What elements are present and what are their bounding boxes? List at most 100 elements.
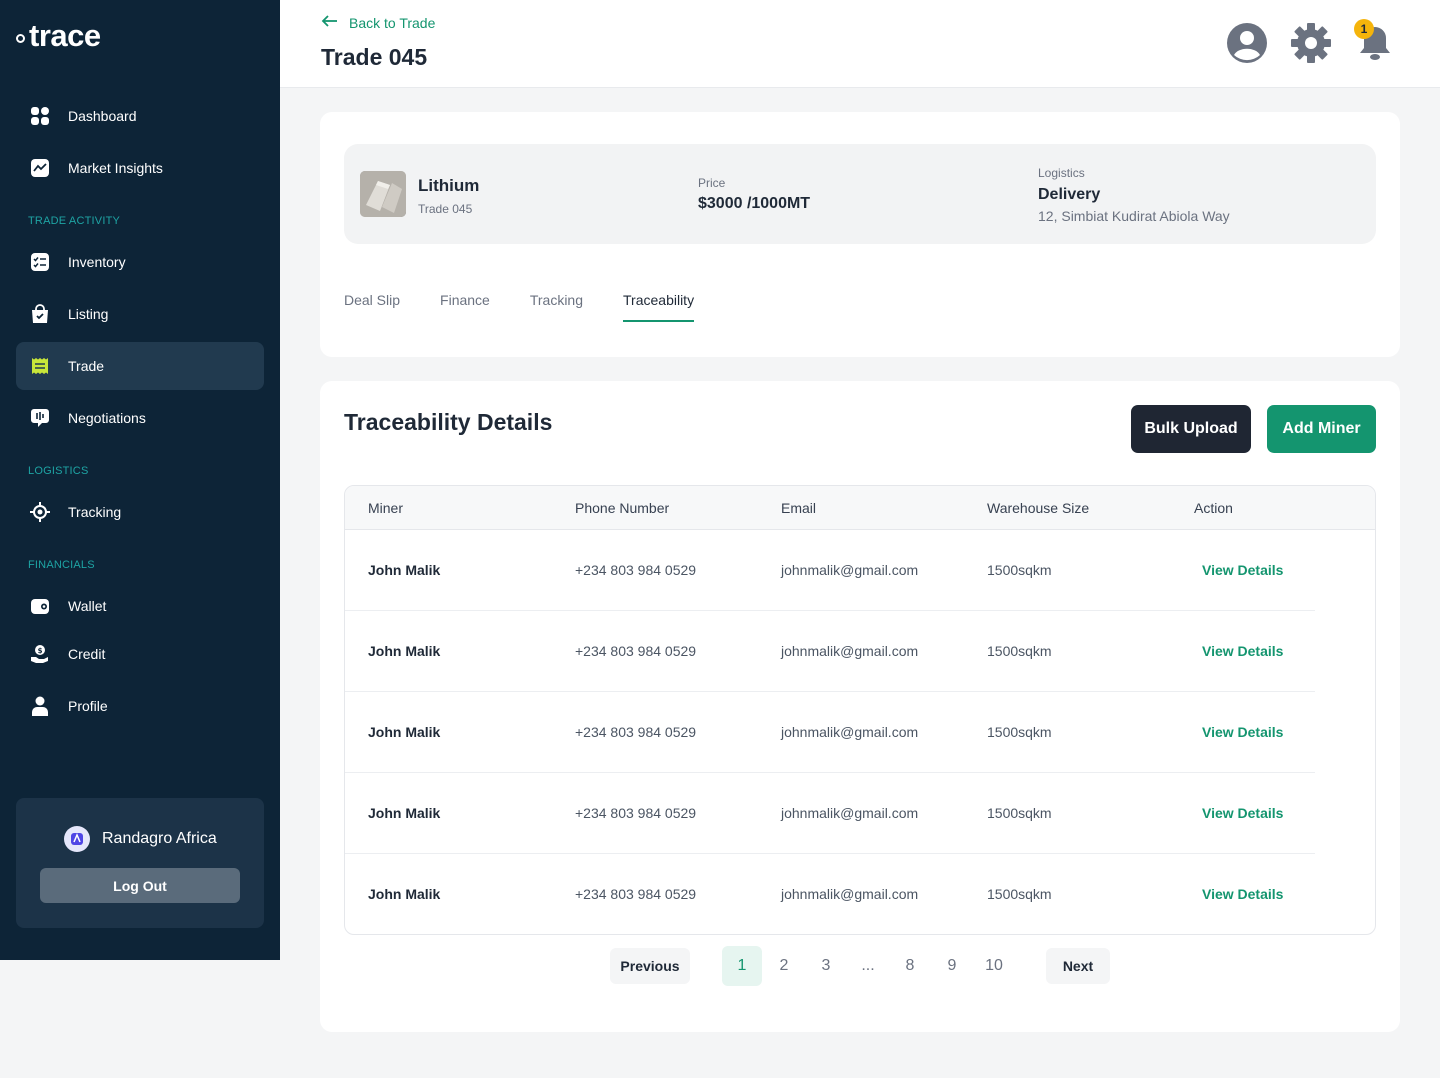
miner-name: John Malik — [368, 724, 441, 740]
sidebar-item-label: Listing — [68, 306, 109, 322]
sidebar-item-dashboard[interactable]: Dashboard — [16, 92, 264, 140]
next-page-button[interactable]: Next — [1046, 948, 1110, 984]
brand-logo[interactable]: trace — [16, 18, 101, 54]
sidebar-item-label: Market Insights — [68, 160, 163, 176]
warehouse-size: 1500sqkm — [987, 886, 1052, 902]
sidebar-item-label: Credit — [68, 646, 106, 662]
sidebar-item-label: Trade — [68, 358, 105, 374]
sidebar-item-listing[interactable]: Listing — [16, 290, 264, 338]
table-row: John Malik +234 803 984 0529 johnmalik@g… — [345, 530, 1315, 611]
sidebar-item-credit[interactable]: $ Credit — [16, 630, 264, 678]
notification-badge: 1 — [1354, 19, 1374, 39]
sidebar-item-market-insights[interactable]: Market Insights — [16, 144, 264, 192]
back-to-trade-link[interactable]: Back to Trade — [321, 14, 435, 31]
warehouse-size: 1500sqkm — [987, 805, 1052, 821]
warehouse-size: 1500sqkm — [987, 724, 1052, 740]
sidebar-item-inventory[interactable]: Inventory — [16, 238, 264, 286]
column-header-warehouse-size: Warehouse Size — [987, 499, 1090, 516]
pagination: Previous 1 2 3 ... 8 9 10 Next — [320, 946, 1400, 986]
sidebar-item-label: Tracking — [68, 504, 122, 520]
sidebar-item-profile[interactable]: Profile — [16, 682, 264, 730]
location-target-icon — [30, 502, 50, 522]
page-title: Trade 045 — [321, 44, 428, 70]
wallet-icon — [30, 596, 50, 616]
tab-tracking[interactable]: Tracking — [530, 292, 583, 322]
sidebar-item-label: Wallet — [68, 598, 107, 614]
phone-number: +234 803 984 0529 — [575, 805, 697, 821]
account-name: Randagro Africa — [102, 830, 217, 847]
tab-finance[interactable]: Finance — [440, 292, 490, 322]
brand-name: trace — [29, 18, 101, 53]
sidebar-item-label: Profile — [68, 698, 108, 714]
sidebar-item-negotiations[interactable]: Negotiations — [16, 394, 264, 442]
page-number[interactable]: 10 — [974, 946, 1014, 986]
section-label-trade-activity: TRADE ACTIVITY — [28, 215, 121, 227]
price-label: Price — [698, 176, 726, 190]
page-number[interactable]: 9 — [932, 946, 972, 986]
email: johnmalik@gmail.com — [781, 724, 919, 740]
section-label-logistics: LOGISTICS — [28, 465, 89, 477]
sidebar-item-label: Dashboard — [68, 108, 137, 124]
logout-button[interactable]: Log Out — [40, 868, 240, 903]
table-row: John Malik +234 803 984 0529 johnmalik@g… — [345, 854, 1315, 934]
bulk-upload-button[interactable]: Bulk Upload — [1131, 405, 1251, 453]
product-name: Lithium — [418, 176, 480, 195]
miner-name: John Malik — [368, 805, 441, 821]
email: johnmalik@gmail.com — [781, 886, 919, 902]
logistics-address: 12, Simbiat Kudirat Abiola Way — [1038, 208, 1230, 224]
sidebar-item-tracking[interactable]: Tracking — [16, 488, 264, 536]
email: johnmalik@gmail.com — [781, 643, 919, 659]
tab-deal-slip[interactable]: Deal Slip — [344, 292, 400, 322]
section-label-financials: FINANCIALS — [28, 559, 95, 571]
sidebar-item-label: Negotiations — [68, 410, 146, 426]
logistics-value: Delivery — [1038, 186, 1101, 203]
header-actions: 1 — [1226, 19, 1396, 64]
trade-summary-card: Lithium Trade 045 Price $3000 /1000MT Lo… — [320, 112, 1400, 357]
view-details-link[interactable]: View Details — [1202, 724, 1283, 740]
previous-page-button[interactable]: Previous — [610, 948, 690, 984]
account-card: Randagro Africa Log Out — [16, 798, 264, 928]
view-details-link[interactable]: View Details — [1202, 805, 1283, 821]
logistics-label: Logistics — [1038, 166, 1085, 180]
warehouse-size: 1500sqkm — [987, 643, 1052, 659]
settings-gear-icon[interactable] — [1290, 22, 1332, 64]
user-account-icon[interactable] — [1226, 22, 1268, 64]
view-details-link[interactable]: View Details — [1202, 643, 1283, 659]
tab-traceability[interactable]: Traceability — [623, 292, 695, 322]
phone-number: +234 803 984 0529 — [575, 643, 697, 659]
page-number[interactable]: 2 — [764, 946, 804, 986]
table-header: Miner Phone Number Email Warehouse Size … — [345, 486, 1375, 530]
miner-name: John Malik — [368, 643, 441, 659]
bag-check-icon — [30, 304, 50, 324]
svg-text:$: $ — [38, 647, 43, 655]
view-details-link[interactable]: View Details — [1202, 886, 1283, 902]
warehouse-size: 1500sqkm — [987, 562, 1052, 578]
chat-icon — [30, 408, 50, 428]
table-row: John Malik +234 803 984 0529 johnmalik@g… — [345, 692, 1315, 773]
section-title: Traceability Details — [344, 409, 553, 435]
email: johnmalik@gmail.com — [781, 805, 919, 821]
phone-number: +234 803 984 0529 — [575, 562, 697, 578]
arrow-left-icon — [321, 14, 339, 31]
sidebar-item-wallet[interactable]: Wallet — [16, 582, 264, 630]
add-miner-button[interactable]: Add Miner — [1267, 405, 1376, 453]
page-number[interactable]: 1 — [722, 946, 762, 986]
notification-bell-icon[interactable]: 1 — [1354, 19, 1396, 64]
sidebar-item-trade[interactable]: Trade — [16, 342, 264, 390]
miners-table: Miner Phone Number Email Warehouse Size … — [344, 485, 1376, 935]
column-header-email: Email — [781, 499, 817, 516]
miner-name: John Malik — [368, 562, 441, 578]
price-value: $3000 /1000MT — [698, 195, 811, 212]
email: johnmalik@gmail.com — [781, 562, 919, 578]
column-header-action: Action — [1194, 499, 1233, 516]
product-trade-id: Trade 045 — [418, 202, 473, 216]
page-number[interactable]: 3 — [806, 946, 846, 986]
account-info[interactable]: Randagro Africa — [64, 826, 217, 852]
traceability-details-card: Traceability Details Bulk Upload Add Min… — [320, 381, 1400, 1032]
column-header-phone: Phone Number — [575, 499, 670, 516]
page-number[interactable]: 8 — [890, 946, 930, 986]
chart-icon — [30, 158, 50, 178]
sidebar: trace Dashboard Market Insights TRADE AC… — [0, 0, 280, 960]
view-details-link[interactable]: View Details — [1202, 562, 1283, 578]
phone-number: +234 803 984 0529 — [575, 724, 697, 740]
